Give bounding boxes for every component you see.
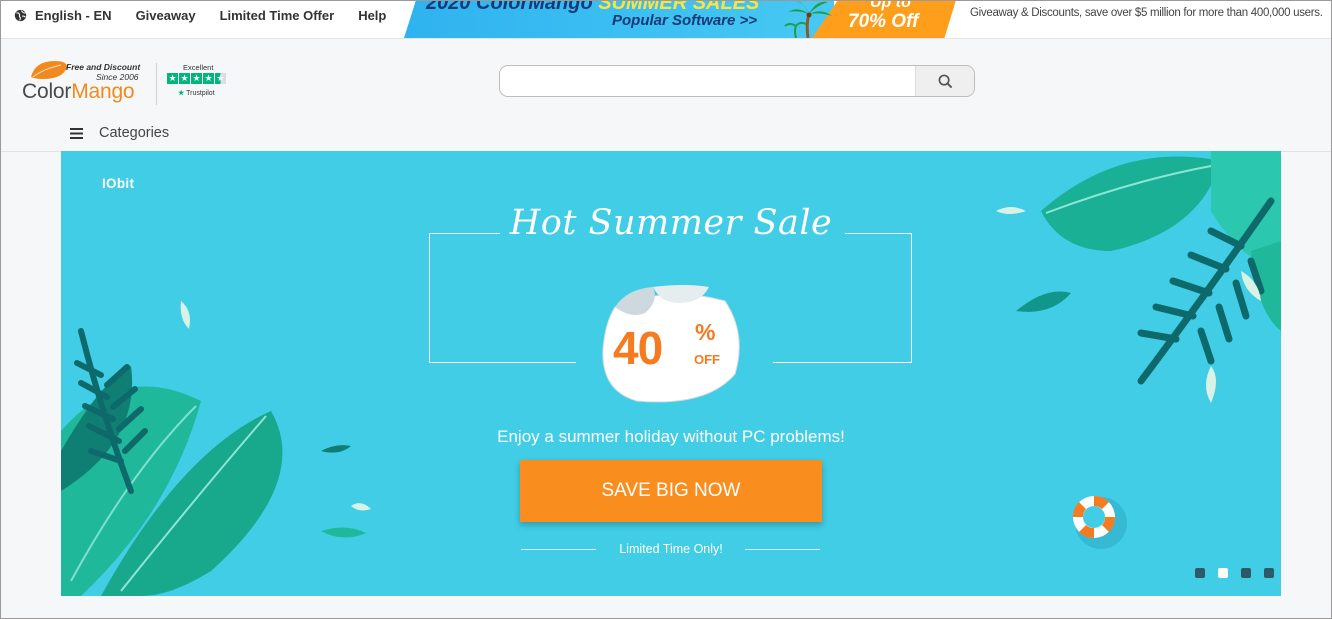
top-bar: English - EN Giveaway Limited Time Offer… xyxy=(0,0,1332,39)
star-icon: ★ xyxy=(179,73,190,84)
save-big-now-button[interactable]: SAVE BIG NOW xyxy=(520,460,822,522)
nav-giveaway-label: Giveaway xyxy=(135,7,196,23)
top-nav: English - EN Giveaway Limited Time Offer… xyxy=(14,0,410,30)
carousel-dot[interactable] xyxy=(1241,568,1251,578)
discount-percent: 40 xyxy=(613,322,663,374)
logo-tagline: Free and Discount xyxy=(66,62,141,72)
language-label: English - EN xyxy=(35,7,112,23)
logo-wordmark: ColorMango xyxy=(22,80,135,104)
logo-wordmark-mango: Mango xyxy=(71,80,135,103)
trustpilot-rating-label: Excellent xyxy=(183,63,214,72)
colormango-logo[interactable]: Free and Discount Since 2006 ColorMango xyxy=(22,57,142,107)
search-icon xyxy=(938,74,952,88)
trustpilot-brand-label: Trustpilot xyxy=(186,90,215,97)
trustpilot-badge[interactable]: Excellent ★ ★ ★ ★ ★ ★ Trustpilot xyxy=(166,63,234,103)
hero-frame-left xyxy=(429,233,576,363)
star-icon: ★ xyxy=(191,73,202,84)
limited-time-label: Limited Time Only! xyxy=(619,542,723,556)
promo-discount: 70% Off xyxy=(848,11,919,32)
nav-help-label: Help xyxy=(358,7,387,23)
hero-subtitle: Enjoy a summer holiday without PC proble… xyxy=(497,427,845,446)
trustpilot-stars: ★ ★ ★ ★ ★ xyxy=(167,73,226,84)
logo-wordmark-color: Color xyxy=(22,80,72,103)
promo-popular-software-link[interactable]: Popular Software >> xyxy=(612,12,757,29)
carousel-dot[interactable] xyxy=(1264,568,1274,578)
star-icon: ★ xyxy=(167,73,178,84)
categories-label: Categories xyxy=(99,125,170,141)
search-input[interactable] xyxy=(500,66,910,96)
summer-sales-promo-banner[interactable]: 2020 ColorMango SUMMER SALES Popular Sof… xyxy=(404,0,956,38)
hamburger-menu-icon xyxy=(70,127,83,139)
search-button[interactable] xyxy=(915,66,974,96)
carousel-dot-active[interactable] xyxy=(1218,568,1228,578)
carousel-dot[interactable] xyxy=(1195,568,1205,578)
categories-menu[interactable]: Categories xyxy=(70,125,169,141)
hero-frame-right xyxy=(773,233,912,363)
search-bar xyxy=(499,65,975,97)
nav-giveaway[interactable]: Giveaway xyxy=(136,8,196,23)
discount-off-label: OFF xyxy=(694,352,720,367)
hero-banner[interactable]: IObit Hot Summer Sale 40 % OFF Enjoy a s… xyxy=(61,151,1281,596)
language-selector[interactable]: English - EN xyxy=(14,8,112,23)
site-header: Free and Discount Since 2006 ColorMango … xyxy=(0,39,1332,152)
nav-limited-time-offer-label: Limited Time Offer xyxy=(219,7,335,23)
nav-help[interactable]: Help xyxy=(358,8,386,23)
trustpilot-star-glyph: ★ xyxy=(178,90,185,97)
promo-headline-prefix: 2020 ColorMango xyxy=(426,0,599,14)
top-tagline: Giveaway & Discounts, save over $5 milli… xyxy=(970,7,1323,19)
carousel-dots xyxy=(1195,568,1274,578)
hero-brand-iobit: IObit xyxy=(102,176,135,191)
nav-limited-time-offer[interactable]: Limited Time Offer xyxy=(220,8,335,23)
globe-icon xyxy=(14,9,27,21)
palm-tree-icon xyxy=(784,0,832,38)
half-star-icon: ★ xyxy=(215,73,226,84)
trustpilot-brand: ★ Trustpilot xyxy=(178,89,215,97)
star-icon: ★ xyxy=(203,73,214,84)
discount-percent-sign: % xyxy=(695,319,716,345)
hero-title: Hot Summer Sale xyxy=(509,203,833,243)
mango-leaf-icon xyxy=(31,61,67,79)
logo-divider xyxy=(156,63,157,105)
